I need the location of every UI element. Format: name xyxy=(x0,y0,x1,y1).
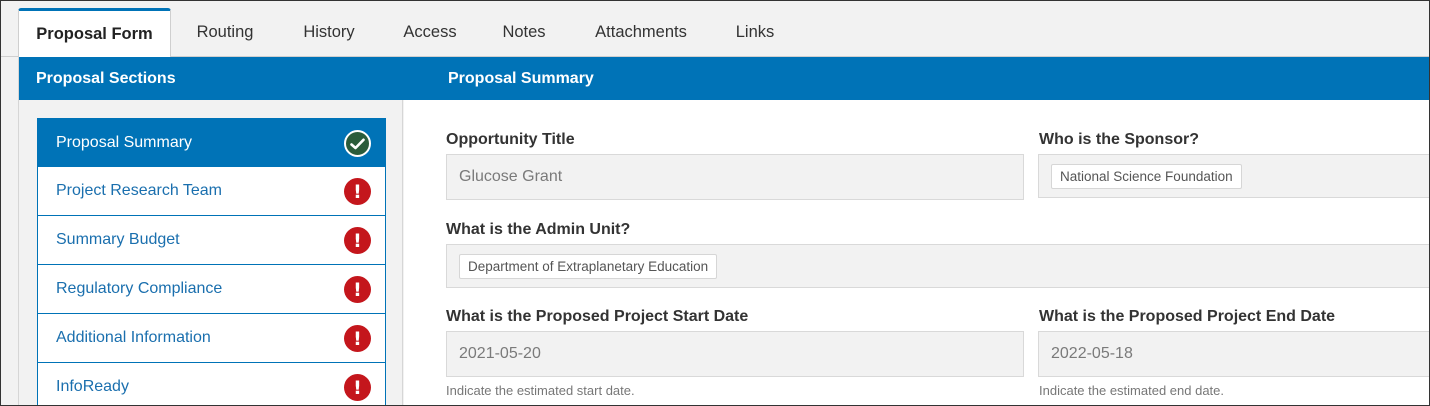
opportunity-title-field[interactable]: Glucose Grant xyxy=(446,154,1024,200)
admin-unit-label: What is the Admin Unit? xyxy=(446,221,631,238)
section-item-label: Additional Information xyxy=(56,329,211,346)
sidebar-title: Proposal Sections xyxy=(19,57,404,100)
end-date-value: 2022-05-18 xyxy=(1051,345,1133,362)
tab-attachments[interactable]: Attachments xyxy=(581,8,701,57)
tab-history[interactable]: History xyxy=(285,8,373,57)
section-item-label: Project Research Team xyxy=(56,182,222,199)
exclamation-circle-icon: ! xyxy=(344,276,371,303)
start-date-field[interactable]: 2021-05-20 xyxy=(446,331,1024,377)
proposal-sections-panel: Proposal Sections Proposal Summary Proje… xyxy=(18,57,404,405)
section-item-proposal-summary[interactable]: Proposal Summary xyxy=(37,118,386,167)
end-date-label: What is the Proposed Project End Date xyxy=(1039,308,1336,325)
proposal-summary-form: Proposal Summary Opportunity Title Gluco… xyxy=(404,57,1429,405)
tab-bar: Proposal Form Routing History Access Not… xyxy=(1,1,1429,58)
exclamation-circle-icon: ! xyxy=(344,178,371,205)
tab-proposal-form[interactable]: Proposal Form xyxy=(18,8,171,58)
sponsor-field[interactable]: National Science Foundation xyxy=(1038,154,1429,198)
start-date-value: 2021-05-20 xyxy=(459,345,541,362)
section-item-label: Summary Budget xyxy=(56,231,180,248)
exclamation-circle-icon: ! xyxy=(344,374,371,401)
exclamation-circle-icon: ! xyxy=(344,325,371,352)
end-date-hint: Indicate the estimated end date. xyxy=(1039,383,1225,398)
app-frame: Proposal Form Routing History Access Not… xyxy=(0,0,1430,406)
section-item-additional-information[interactable]: Additional Information ! xyxy=(37,314,386,363)
start-date-hint: Indicate the estimated start date. xyxy=(446,383,635,398)
section-item-label: Regulatory Compliance xyxy=(56,280,223,297)
opportunity-title-label: Opportunity Title xyxy=(446,131,575,148)
sponsor-label: Who is the Sponsor? xyxy=(1039,131,1199,148)
start-date-label: What is the Proposed Project Start Date xyxy=(446,308,749,325)
tab-links[interactable]: Links xyxy=(721,8,789,57)
end-date-field[interactable]: 2022-05-18 xyxy=(1038,331,1429,377)
section-list: Proposal Summary Project Research Team !… xyxy=(37,118,386,405)
tab-notes[interactable]: Notes xyxy=(488,8,560,57)
section-item-project-research-team[interactable]: Project Research Team ! xyxy=(37,167,386,216)
admin-unit-chip: Department of Extraplanetary Education xyxy=(459,253,718,279)
section-item-label: InfoReady xyxy=(56,378,129,395)
section-item-regulatory-compliance[interactable]: Regulatory Compliance ! xyxy=(37,265,386,314)
opportunity-title-value: Glucose Grant xyxy=(459,168,563,185)
admin-unit-field[interactable]: Department of Extraplanetary Education xyxy=(446,244,1429,288)
main-title: Proposal Summary xyxy=(404,57,1429,100)
sponsor-chip: National Science Foundation xyxy=(1051,163,1242,189)
section-item-summary-budget[interactable]: Summary Budget ! xyxy=(37,216,386,265)
exclamation-circle-icon: ! xyxy=(344,227,371,254)
check-circle-icon xyxy=(344,130,371,157)
section-item-infoready[interactable]: InfoReady ! xyxy=(37,363,386,405)
tab-access[interactable]: Access xyxy=(390,8,470,57)
tab-routing[interactable]: Routing xyxy=(179,8,271,57)
section-item-label: Proposal Summary xyxy=(56,133,193,151)
